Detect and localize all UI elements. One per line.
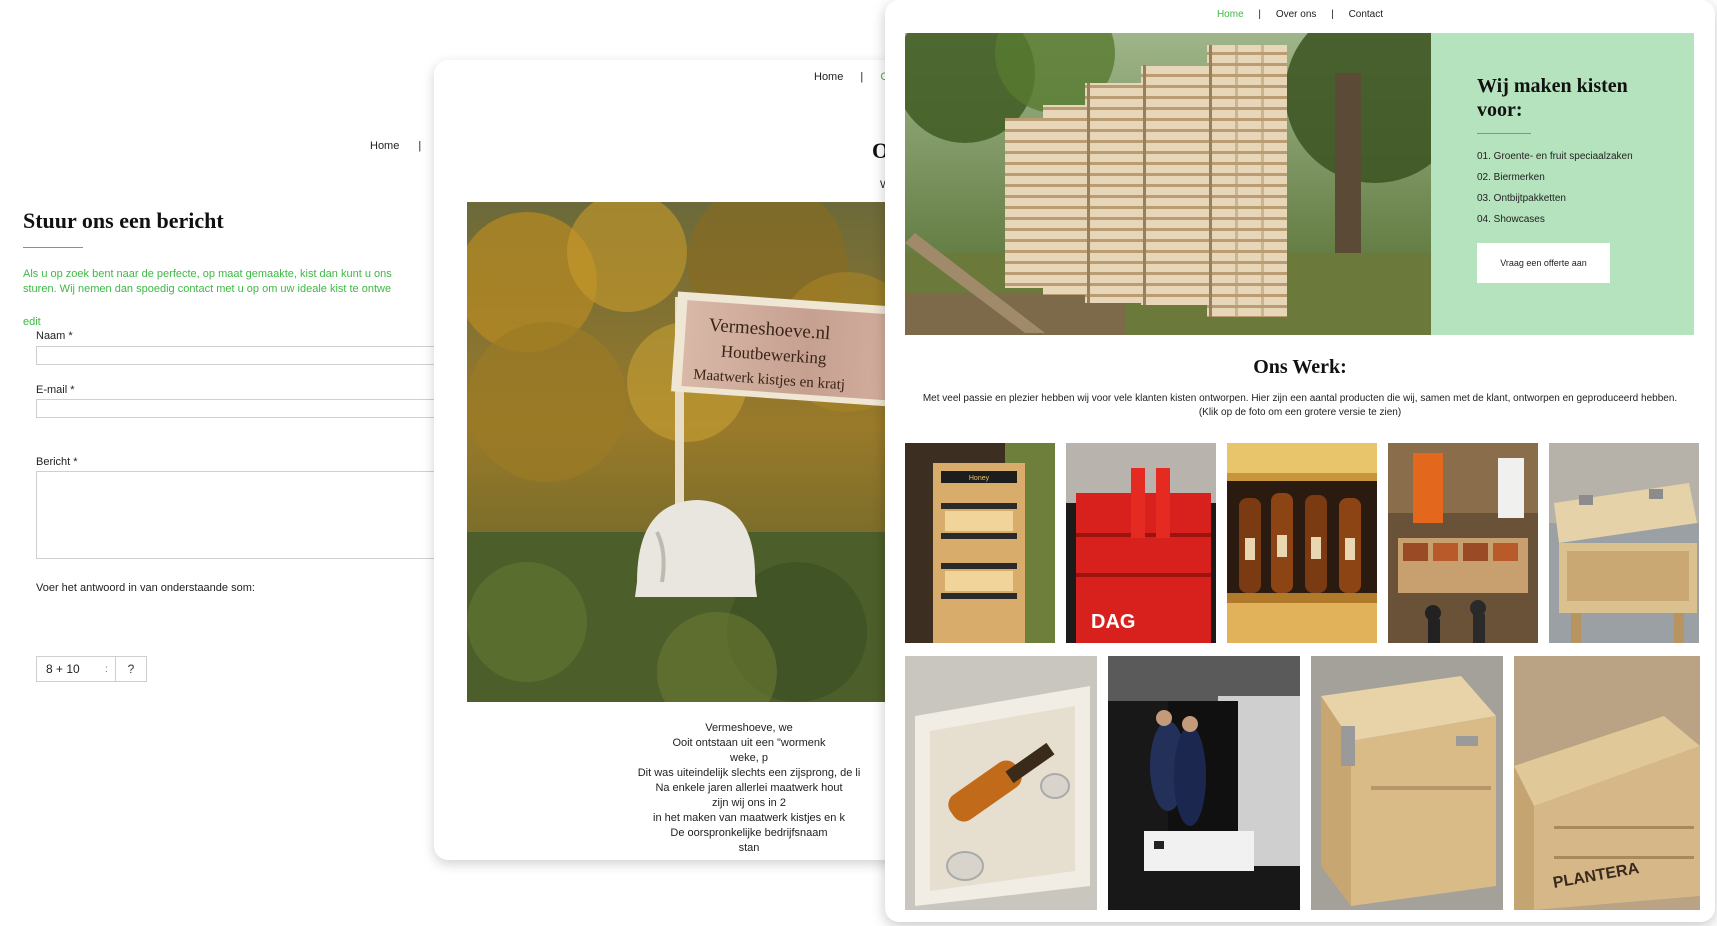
nav-home-link[interactable]: Home bbox=[370, 140, 399, 152]
about-text-line: stan bbox=[738, 842, 760, 854]
photo-dag-crate: DAG bbox=[1066, 443, 1216, 643]
captcha-sum: 8 + 10 bbox=[46, 662, 80, 676]
work-title: Ons Werk: bbox=[1253, 356, 1347, 378]
about-text-line: De oorspronkelijke bedrijfsnaam bbox=[670, 827, 828, 839]
nav-separator: | bbox=[860, 71, 864, 83]
photo-beer-crate bbox=[1227, 443, 1377, 643]
hero-panel: Wij maken kisten voor: 01. Groente- en f… bbox=[1431, 33, 1694, 335]
photo-honey-display: Honey bbox=[905, 443, 1055, 643]
request-quote-button[interactable]: Vraag een offerte aan bbox=[1477, 243, 1610, 283]
about-text-line: Vermeshoeve, we bbox=[705, 722, 793, 734]
crate-stacks-photo bbox=[905, 33, 1431, 335]
email-field[interactable] bbox=[36, 399, 446, 418]
nav-separator: | bbox=[1258, 9, 1262, 20]
about-photo: Vermeshoeve.nl Houtbewerking Maatwerk ki… bbox=[467, 202, 904, 702]
about-text-line: Na enkele jaren allerlei maatwerk hout bbox=[655, 782, 843, 794]
home-nav: Home | Over ons | Contact bbox=[885, 9, 1715, 20]
work-hint: (Klik op de foto om een grotere versie t… bbox=[1198, 407, 1402, 418]
photo-wooden-chest bbox=[1311, 656, 1503, 910]
work-photo-plantera-crate[interactable]: PLANTERA bbox=[1514, 656, 1700, 910]
work-text: Met veel passie en plezier hebben wij vo… bbox=[905, 392, 1695, 420]
hero-divider bbox=[1477, 133, 1531, 134]
photo-liquor-box bbox=[905, 656, 1097, 910]
about-text-line: Dit was uiteindelijk slechts een zijspro… bbox=[637, 767, 861, 779]
message-label: Bericht * bbox=[36, 456, 78, 468]
photo-hinged-box bbox=[1549, 443, 1699, 643]
about-nav: Home | C bbox=[814, 71, 888, 83]
nav-about-link[interactable]: Over ons bbox=[1276, 9, 1317, 20]
work-photo-honey-display[interactable]: Honey bbox=[905, 443, 1055, 643]
hero-list-item: 02. Biermerken bbox=[1477, 172, 1545, 183]
work-photo-hinged-box[interactable] bbox=[1549, 443, 1699, 643]
email-label: E-mail * bbox=[36, 384, 75, 396]
photo-plantera-crate: PLANTERA bbox=[1514, 656, 1700, 910]
dag-label: DAG bbox=[1091, 611, 1135, 633]
about-text-line: Ooit ontstaan uit een "wormenk bbox=[672, 737, 826, 749]
nav-separator: | bbox=[418, 140, 422, 152]
work-photo-beer-crate[interactable] bbox=[1227, 443, 1377, 643]
about-text-line: zijn wij ons in 2 bbox=[712, 797, 786, 809]
contact-nav: Home | bbox=[370, 140, 421, 152]
about-page: Home | C Ov W bbox=[434, 60, 904, 860]
contact-title: Stuur ons een bericht bbox=[23, 208, 224, 233]
intro-line: sturen. Wij nemen dan spoedig contact me… bbox=[23, 283, 392, 295]
message-field[interactable] bbox=[36, 471, 446, 559]
about-text-line: weke, p bbox=[730, 752, 768, 764]
work-photo-liquor-box[interactable] bbox=[905, 656, 1097, 910]
about-text: Vermeshoeve, we Ooit ontstaan uit een "w… bbox=[584, 721, 904, 856]
hero-list-item: 01. Groente- en fruit speciaalzaken bbox=[1477, 151, 1633, 162]
hero-list: 01. Groente- en fruit speciaalzaken 02. … bbox=[1477, 151, 1633, 235]
captcha: 8 + 10 : ? bbox=[36, 656, 147, 682]
nav-home-link[interactable]: Home bbox=[1217, 9, 1244, 20]
about-text-line: in het maken van maatwerk kistjes en k bbox=[653, 812, 845, 824]
contact-page: Home | Stuur ons een bericht Als u op zo… bbox=[0, 0, 446, 926]
nav-contact-link[interactable]: Contact bbox=[1349, 9, 1383, 20]
intro-line: Als u op zoek bent naar de perfecte, op … bbox=[23, 268, 392, 280]
title-divider bbox=[23, 247, 83, 248]
photo-breakfast-fair bbox=[1388, 443, 1538, 643]
hero-list-item: 04. Showcases bbox=[1477, 214, 1545, 225]
hero-title: Wij maken kisten voor: bbox=[1477, 75, 1628, 121]
hero-photo bbox=[905, 33, 1431, 335]
captcha-label: Voer het antwoord in van onderstaande so… bbox=[36, 582, 255, 594]
honey-label: Honey bbox=[969, 475, 990, 482]
work-photo-fashion-stage[interactable] bbox=[1108, 656, 1300, 910]
edit-link[interactable]: edit bbox=[23, 316, 41, 328]
work-description: Met veel passie en plezier hebben wij vo… bbox=[922, 393, 1678, 404]
nav-separator: | bbox=[1331, 9, 1334, 20]
hero-list-item: 03. Ontbijtpakketten bbox=[1477, 193, 1566, 204]
photo-fashion-stage bbox=[1108, 656, 1300, 910]
nav-home-link[interactable]: Home bbox=[814, 71, 843, 83]
work-photo-dag-crate[interactable]: DAG bbox=[1066, 443, 1216, 643]
home-page: Home | Over ons | Contact Wij maken kist… bbox=[885, 0, 1715, 922]
name-field[interactable] bbox=[36, 346, 446, 365]
work-photo-wooden-chest[interactable] bbox=[1311, 656, 1503, 910]
name-label: Naam * bbox=[36, 330, 73, 342]
captcha-answer-field[interactable]: ? bbox=[115, 657, 146, 681]
farm-sign-photo: Vermeshoeve.nl Houtbewerking Maatwerk ki… bbox=[467, 202, 904, 702]
work-photo-breakfast-fair[interactable] bbox=[1388, 443, 1538, 643]
captcha-equals: : bbox=[105, 663, 108, 675]
contact-intro: Als u op zoek bent naar de perfecte, op … bbox=[23, 267, 443, 297]
